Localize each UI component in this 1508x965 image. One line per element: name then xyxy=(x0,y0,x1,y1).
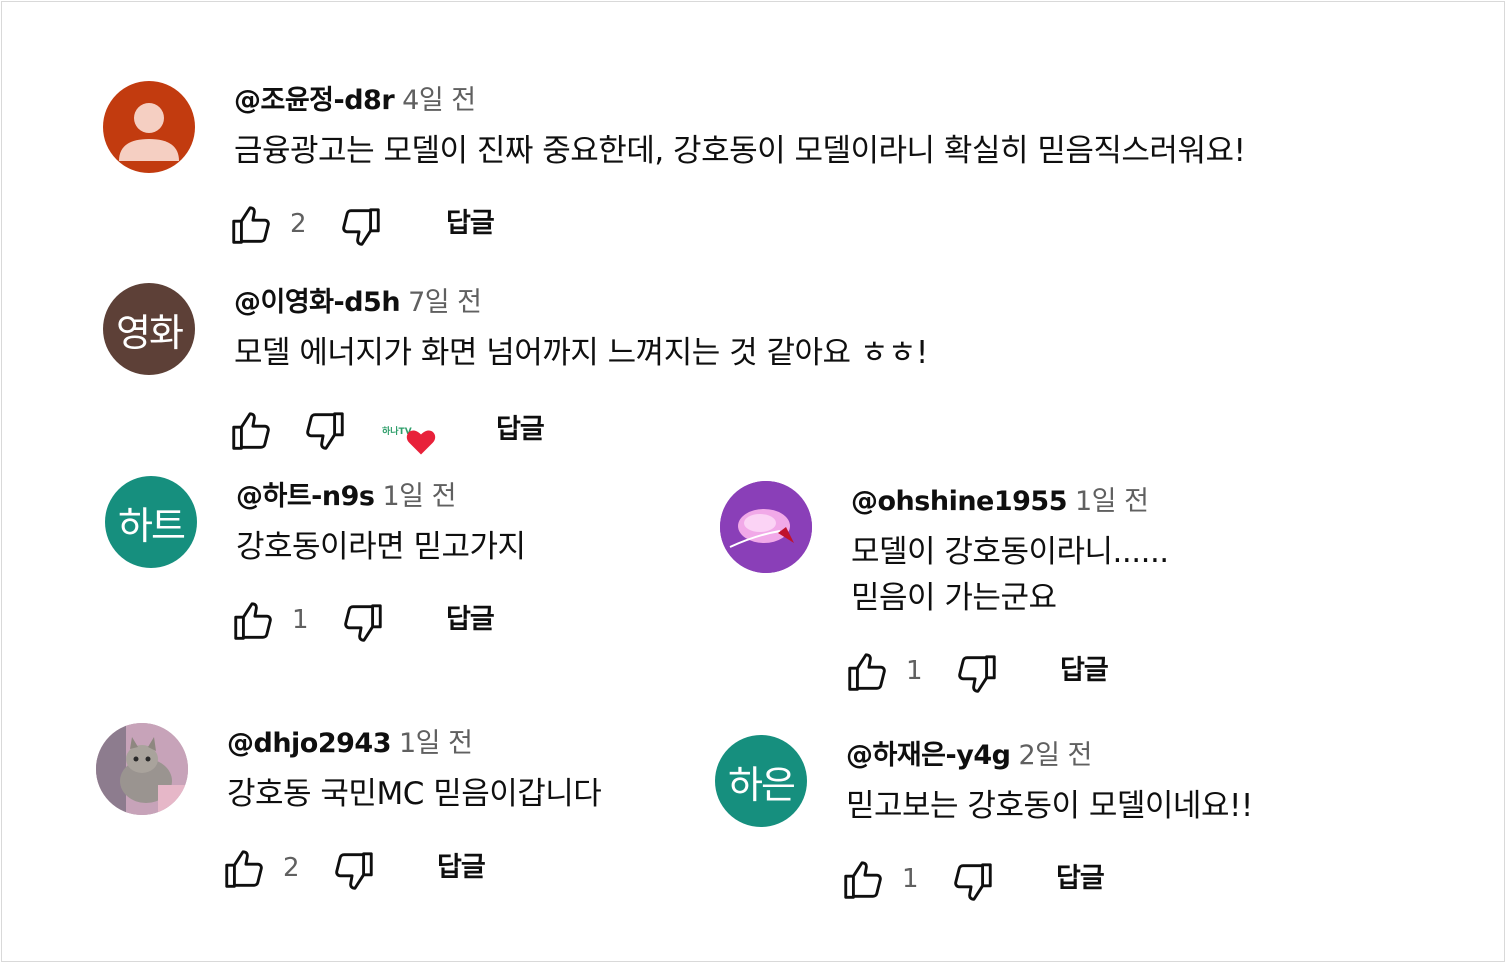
thumbs-down-icon xyxy=(342,208,380,246)
thumbs-up-icon xyxy=(844,861,882,899)
reply-button[interactable]: 답글 xyxy=(1056,857,1105,901)
like-count: 1 xyxy=(906,656,923,686)
comment-author[interactable]: @dhjo2943 xyxy=(227,728,392,759)
reply-button[interactable]: 답글 xyxy=(437,846,486,890)
profile-image-icon xyxy=(96,723,188,815)
dislike-button[interactable] xyxy=(950,859,996,905)
dislike-button[interactable] xyxy=(338,204,384,250)
comment-text: 믿고보는 강호동이 모델이네요!! xyxy=(846,788,1253,824)
comment-author[interactable]: @ohshine1955 xyxy=(851,486,1068,517)
comment-text: 강호동 국민MC 믿음이갑니다 xyxy=(227,776,602,812)
comment-text: 금융광고는 모델이 진짜 중요한데, 강호동이 모델이라니 확실히 믿음직스러워… xyxy=(234,133,1246,169)
dislike-button[interactable] xyxy=(954,651,1000,697)
like-button[interactable] xyxy=(230,598,276,644)
comment-author[interactable]: @하재은-y4g xyxy=(846,740,1011,771)
comments-panel: @조윤정-d8r 4일 전 금융광고는 모델이 진짜 중요한데, 강호동이 모델이… xyxy=(1,1,1505,962)
reply-button[interactable]: 답글 xyxy=(1060,649,1109,693)
avatar-initials: 하트 xyxy=(118,503,186,548)
comment-time[interactable]: 7일 전 xyxy=(408,287,482,318)
comment-time[interactable]: 1일 전 xyxy=(399,728,473,759)
comment-time[interactable]: 2일 전 xyxy=(1018,740,1092,771)
reply-button[interactable]: 답글 xyxy=(446,202,495,246)
thumbs-down-icon xyxy=(958,655,996,693)
dislike-button[interactable] xyxy=(340,600,386,646)
comment-text: 강호동이라면 믿고가지 xyxy=(236,529,526,565)
avatar[interactable] xyxy=(720,481,812,573)
comment-author[interactable]: @이영화-d5h xyxy=(234,287,401,318)
comment-text-line: 모델이 강호동이라니...... xyxy=(851,534,1169,570)
like-button[interactable] xyxy=(840,857,886,903)
comment-time[interactable]: 1일 전 xyxy=(1075,486,1149,517)
thumbs-up-icon xyxy=(848,653,886,691)
thumbs-up-icon xyxy=(232,206,270,244)
thumbs-up-icon xyxy=(234,602,272,640)
avatar-initials: 하은 xyxy=(728,762,796,807)
like-button[interactable] xyxy=(844,649,890,695)
like-count: 2 xyxy=(283,853,300,883)
comment-author[interactable]: @하트-n9s xyxy=(236,481,375,512)
default-avatar-icon xyxy=(119,103,179,161)
dislike-button[interactable] xyxy=(331,848,377,894)
thumbs-down-icon xyxy=(344,604,382,642)
reply-button[interactable]: 답글 xyxy=(496,408,545,452)
creator-heart-badge: 하나TV xyxy=(382,414,442,458)
comment-time[interactable]: 4일 전 xyxy=(402,85,476,116)
comment-author[interactable]: @조윤정-d8r xyxy=(234,85,395,116)
thumbs-up-icon xyxy=(232,412,270,450)
comment-time[interactable]: 1일 전 xyxy=(382,481,456,512)
avatar[interactable]: 하트 xyxy=(105,476,197,568)
avatar[interactable]: 하은 xyxy=(715,735,807,827)
thumbs-down-icon xyxy=(335,852,373,890)
profile-image-icon xyxy=(720,481,812,573)
avatar[interactable] xyxy=(96,723,188,815)
like-button[interactable] xyxy=(228,408,274,454)
avatar[interactable] xyxy=(103,81,195,173)
comment-text: 모델 에너지가 화면 넘어까지 느껴지는 것 같아요 ㅎㅎ! xyxy=(234,335,928,371)
thumbs-down-icon xyxy=(954,863,992,901)
thumbs-down-icon xyxy=(306,412,344,450)
like-button[interactable] xyxy=(228,202,274,248)
heart-icon xyxy=(406,430,436,455)
reply-button[interactable]: 답글 xyxy=(446,598,495,642)
like-button[interactable] xyxy=(221,846,267,892)
dislike-button[interactable] xyxy=(302,408,348,454)
thumbs-up-icon xyxy=(225,850,263,888)
avatar-initials: 영화 xyxy=(116,310,184,355)
like-count: 1 xyxy=(902,864,919,894)
avatar[interactable]: 영화 xyxy=(103,283,195,375)
like-count: 1 xyxy=(292,605,309,635)
like-count: 2 xyxy=(290,209,307,239)
comment-text-line: 믿음이 가는군요 xyxy=(851,580,1057,616)
